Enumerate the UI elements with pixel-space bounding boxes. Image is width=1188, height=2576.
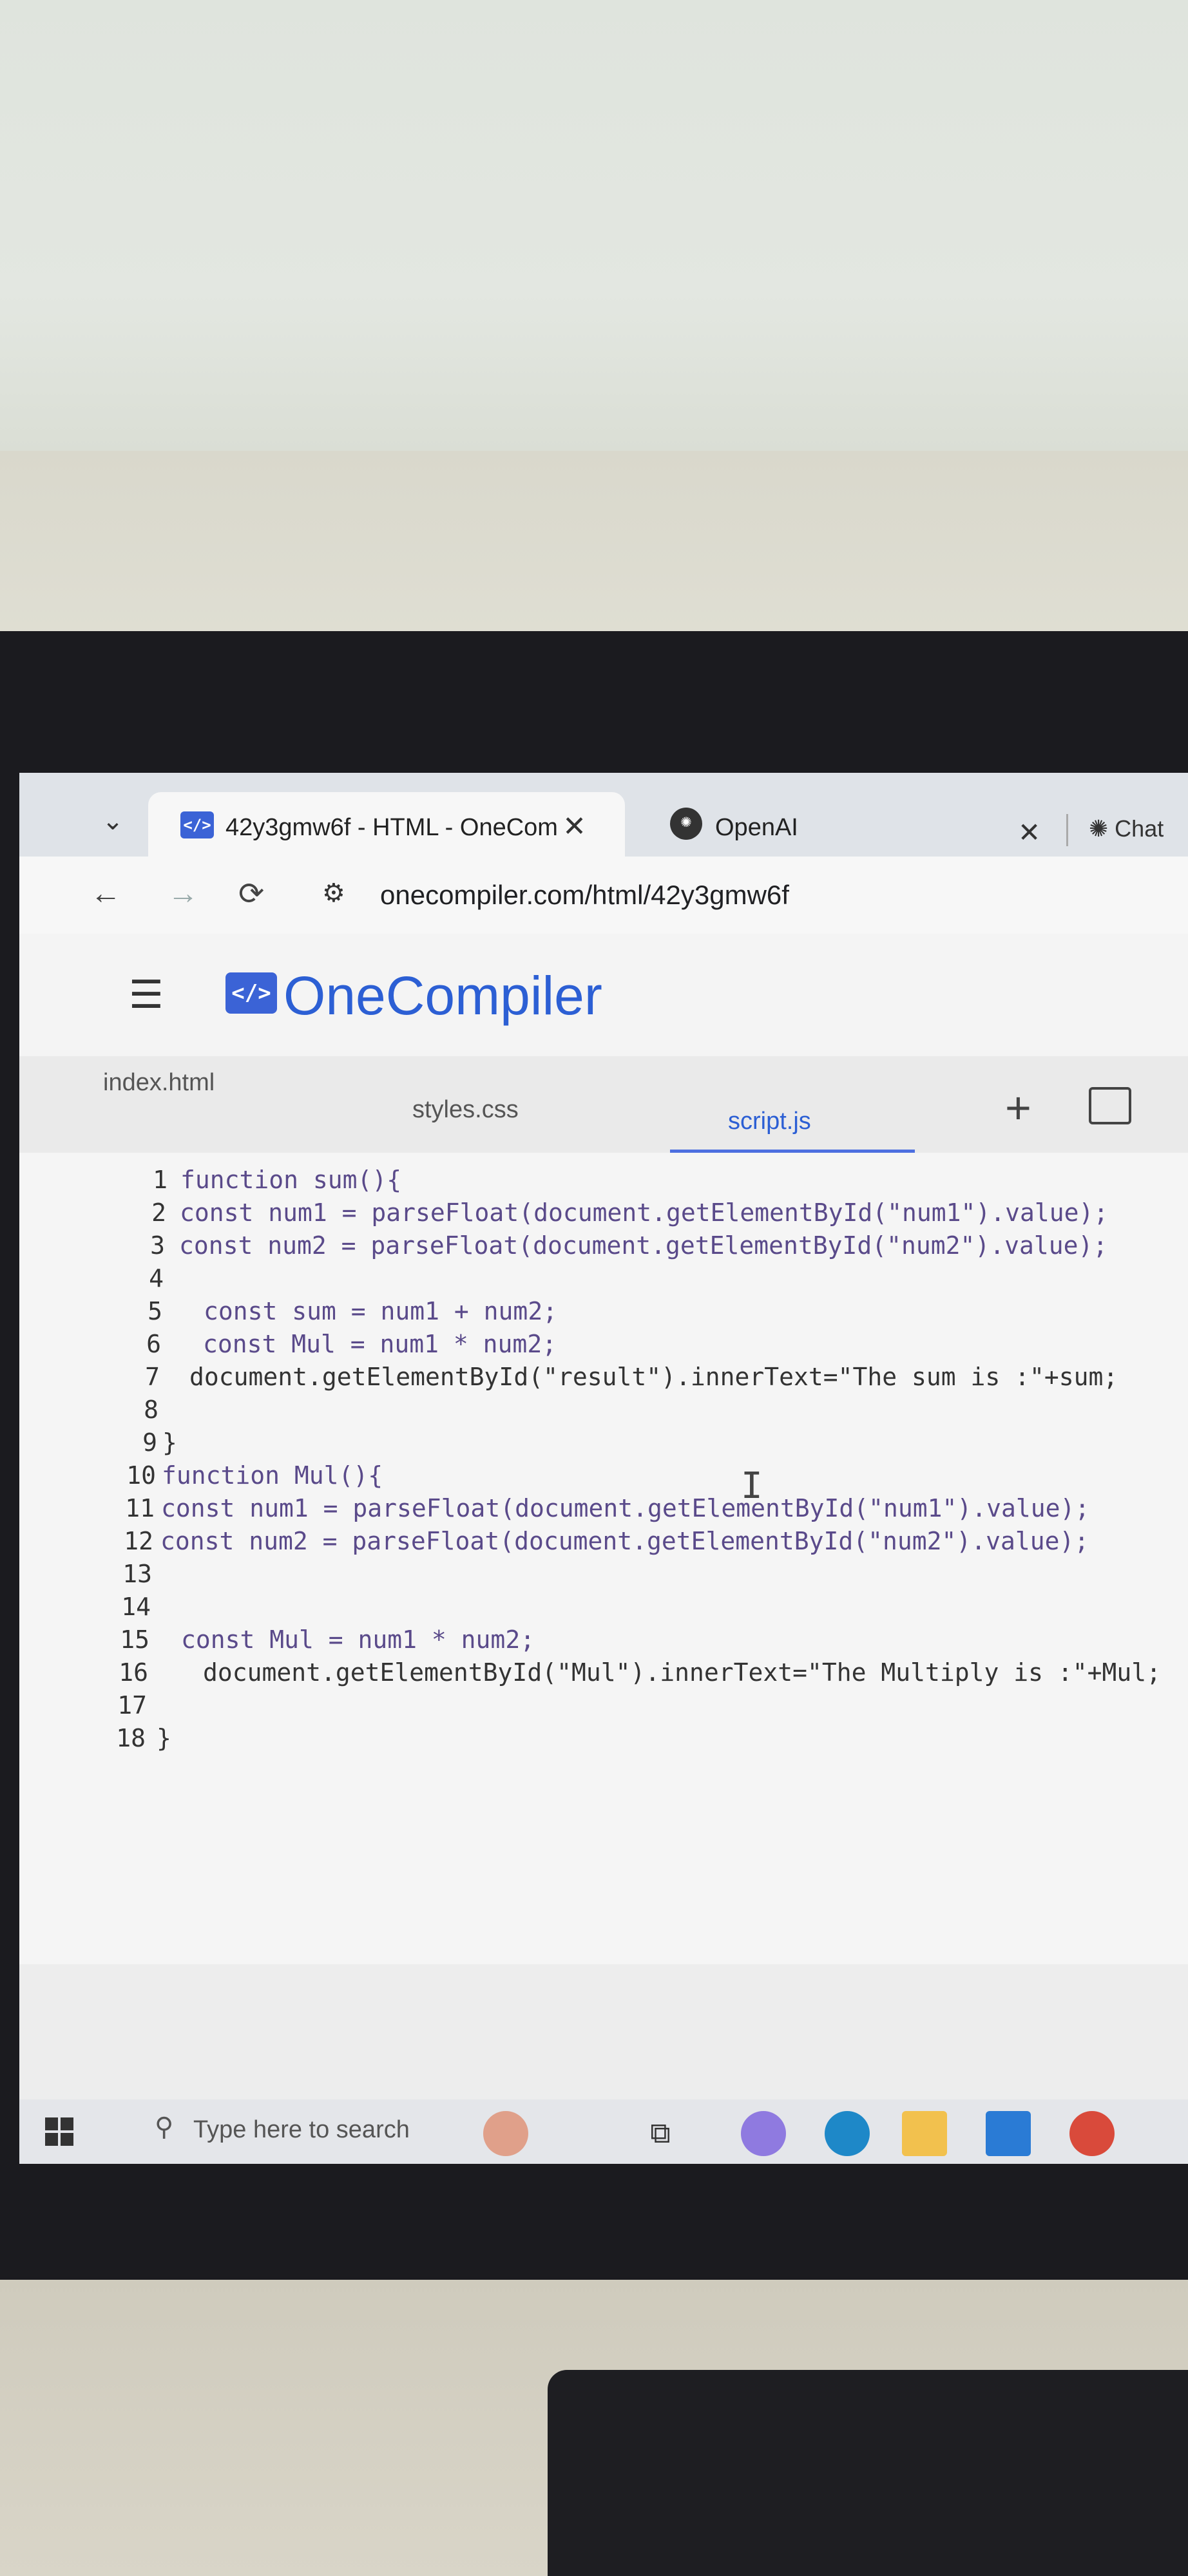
code-editor[interactable]: I 1 function sum(){2 const num1 = parseFlo…	[19, 1153, 1188, 1964]
line-number: 17	[117, 1691, 147, 1719]
line-number: 6	[146, 1330, 161, 1358]
app-logo-text[interactable]: OneCompiler	[283, 965, 602, 1027]
chrome-icon[interactable]	[1069, 2111, 1115, 2156]
line-number: 1	[153, 1166, 168, 1194]
edge-browser-icon[interactable]	[825, 2111, 870, 2156]
line-number: 15	[120, 1625, 149, 1654]
add-file-plus-icon[interactable]: +	[1005, 1082, 1031, 1133]
close-tab-icon[interactable]: ✕	[562, 810, 586, 843]
tab-search-chevron-icon[interactable]: ⌄	[97, 805, 129, 837]
taskbar-search[interactable]: ⚲ Type here to search	[129, 2103, 490, 2155]
code-line[interactable]: const Mul = num1 * num2;	[203, 1330, 557, 1358]
file-tab-index-html[interactable]: index.html	[103, 1069, 215, 1097]
code-line[interactable]: const num2 = parseFloat(document.getElem…	[160, 1527, 1089, 1555]
tab-title: 42y3gmw6f - HTML - OneCom	[225, 814, 558, 841]
line-number: 14	[121, 1593, 151, 1621]
forward-arrow-icon[interactable]: →	[168, 876, 198, 911]
address-bar: ← → ⟳ ⚙ onecompiler.com/html/42y3gmw6f	[19, 857, 1188, 934]
code-line[interactable]: const num2 = parseFloat(document.getElem…	[179, 1231, 1107, 1260]
browser-tab-strip: ⌄ </> 42y3gmw6f - HTML - OneCom ✕ ✺ Open…	[19, 773, 1188, 857]
code-line[interactable]: function Mul(){	[162, 1461, 383, 1490]
task-view-icon[interactable]: ⧉	[638, 2111, 683, 2156]
search-icon: ⚲	[155, 2113, 174, 2141]
line-number: 16	[119, 1658, 148, 1687]
search-input[interactable]: Type here to search	[193, 2116, 410, 2144]
browser-tab-onecompiler[interactable]: </> 42y3gmw6f - HTML - OneCom ✕	[148, 792, 625, 857]
app-header: ☰ </> OneCompiler	[19, 934, 1188, 1056]
tab-title: Chat	[1115, 815, 1164, 842]
back-arrow-icon[interactable]: ←	[90, 876, 121, 911]
browser-tab-chat[interactable]: ✺ Chat	[1089, 815, 1164, 842]
line-number: 5	[148, 1297, 162, 1325]
code-line[interactable]: function sum(){	[180, 1166, 401, 1194]
copilot-icon[interactable]	[741, 2111, 786, 2156]
close-icon[interactable]: ✕	[1018, 817, 1040, 848]
tab-divider	[1066, 814, 1068, 846]
openai-favicon-icon: ✺	[670, 808, 702, 840]
url-field[interactable]: onecompiler.com/html/42y3gmw6f	[380, 880, 789, 911]
windows-taskbar: ⚲ Type here to search ⧉	[19, 2099, 1188, 2164]
site-settings-icon[interactable]: ⚙	[322, 878, 345, 908]
line-number: 7	[145, 1363, 160, 1391]
line-number: 3	[150, 1231, 165, 1260]
line-number: 10	[126, 1461, 156, 1490]
browser-tab-openai[interactable]: ✺ OpenAI	[638, 792, 999, 857]
code-line[interactable]: }	[162, 1428, 177, 1457]
monitor-stand	[548, 2370, 1188, 2576]
code-line[interactable]: document.getElementById("Mul").innerText…	[203, 1658, 1161, 1687]
line-number: 11	[125, 1494, 155, 1522]
line-number: 12	[124, 1527, 153, 1555]
code-line[interactable]: const sum = num1 + num2;	[204, 1297, 557, 1325]
line-number: 8	[144, 1396, 158, 1424]
line-number: 9	[142, 1428, 157, 1457]
onecompiler-favicon-icon: </>	[180, 811, 214, 838]
line-number: 2	[151, 1198, 166, 1227]
code-line[interactable]: const Mul = num1 * num2;	[181, 1625, 535, 1654]
monitor-screen: ⌄ </> 42y3gmw6f - HTML - OneCom ✕ ✺ Open…	[19, 773, 1188, 2164]
reload-icon[interactable]: ⟳	[238, 876, 264, 912]
tab-title: OpenAI	[715, 814, 798, 841]
code-line[interactable]: const num1 = parseFloat(document.getElem…	[180, 1198, 1108, 1227]
code-line[interactable]: document.getElementById("result").innerT…	[189, 1363, 1118, 1391]
line-number: 13	[122, 1560, 152, 1588]
line-number: 18	[116, 1724, 146, 1752]
wall-background	[0, 0, 1188, 489]
upload-image-icon[interactable]	[1089, 1087, 1131, 1124]
code-line[interactable]: }	[157, 1724, 171, 1752]
onecompiler-logo-icon[interactable]: </>	[225, 972, 277, 1014]
file-tabs: index.html styles.css script.js +	[19, 1056, 1188, 1153]
code-line[interactable]: const num1 = parseFloat(document.getElem…	[161, 1494, 1089, 1522]
file-tab-styles-css[interactable]: styles.css	[412, 1096, 519, 1124]
basketball-widget-icon[interactable]	[483, 2111, 528, 2156]
mail-icon[interactable]	[986, 2111, 1031, 2156]
file-explorer-icon[interactable]	[902, 2111, 947, 2156]
windows-start-icon[interactable]	[45, 2117, 75, 2147]
hamburger-menu-icon[interactable]: ☰	[129, 972, 164, 1018]
file-tab-script-js[interactable]: script.js	[728, 1108, 811, 1135]
line-number: 4	[149, 1264, 164, 1293]
